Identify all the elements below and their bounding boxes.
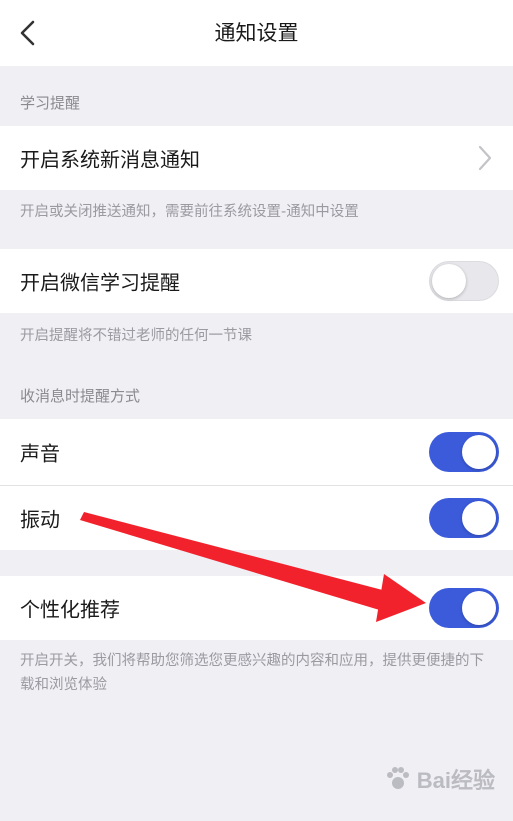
row-label-personalized: 个性化推荐	[20, 597, 120, 622]
row-system-notify[interactable]: 开启系统新消息通知	[0, 126, 513, 190]
row-vibration: 振动	[0, 486, 513, 550]
note-system-notify: 开启或关闭推送通知，需要前往系统设置-通知中设置	[20, 204, 359, 220]
vibration-toggle[interactable]	[429, 498, 499, 538]
row-wechat-reminder: 开启微信学习提醒	[0, 249, 513, 313]
row-label-sound: 声音	[20, 441, 60, 466]
chevron-right-icon	[478, 145, 492, 171]
toggle-knob	[462, 591, 496, 625]
row-label-vibration: 振动	[20, 507, 60, 532]
toggle-knob	[462, 501, 496, 535]
watermark: Bai经验	[383, 763, 495, 795]
toggle-knob	[462, 435, 496, 469]
toggle-knob	[432, 264, 466, 298]
wechat-reminder-toggle[interactable]	[429, 261, 499, 301]
annotation-arrow-icon	[80, 512, 426, 622]
page-title: 通知设置	[214, 21, 299, 45]
personalized-toggle[interactable]	[429, 588, 499, 628]
note-wechat-reminder: 开启提醒将不错过老师的任何一节课	[20, 328, 252, 344]
note-personalized: 开启开关，我们将帮助您筛选您更感兴趣的内容和应用，提供更便捷的下载和浏览体验	[20, 653, 484, 693]
watermark-text: Bai经验	[416, 768, 495, 793]
row-personalized: 个性化推荐	[0, 576, 513, 640]
section-label-notify-method: 收消息时提醒方式	[20, 387, 141, 405]
row-label-system-notify: 开启系统新消息通知	[20, 147, 200, 172]
nav-header: 通知设置	[0, 0, 513, 66]
sound-toggle[interactable]	[429, 432, 499, 472]
row-sound: 声音	[0, 419, 513, 485]
row-label-wechat-reminder: 开启微信学习提醒	[20, 270, 180, 295]
section-label-study: 学习提醒	[20, 94, 81, 112]
paw-icon	[386, 767, 409, 789]
